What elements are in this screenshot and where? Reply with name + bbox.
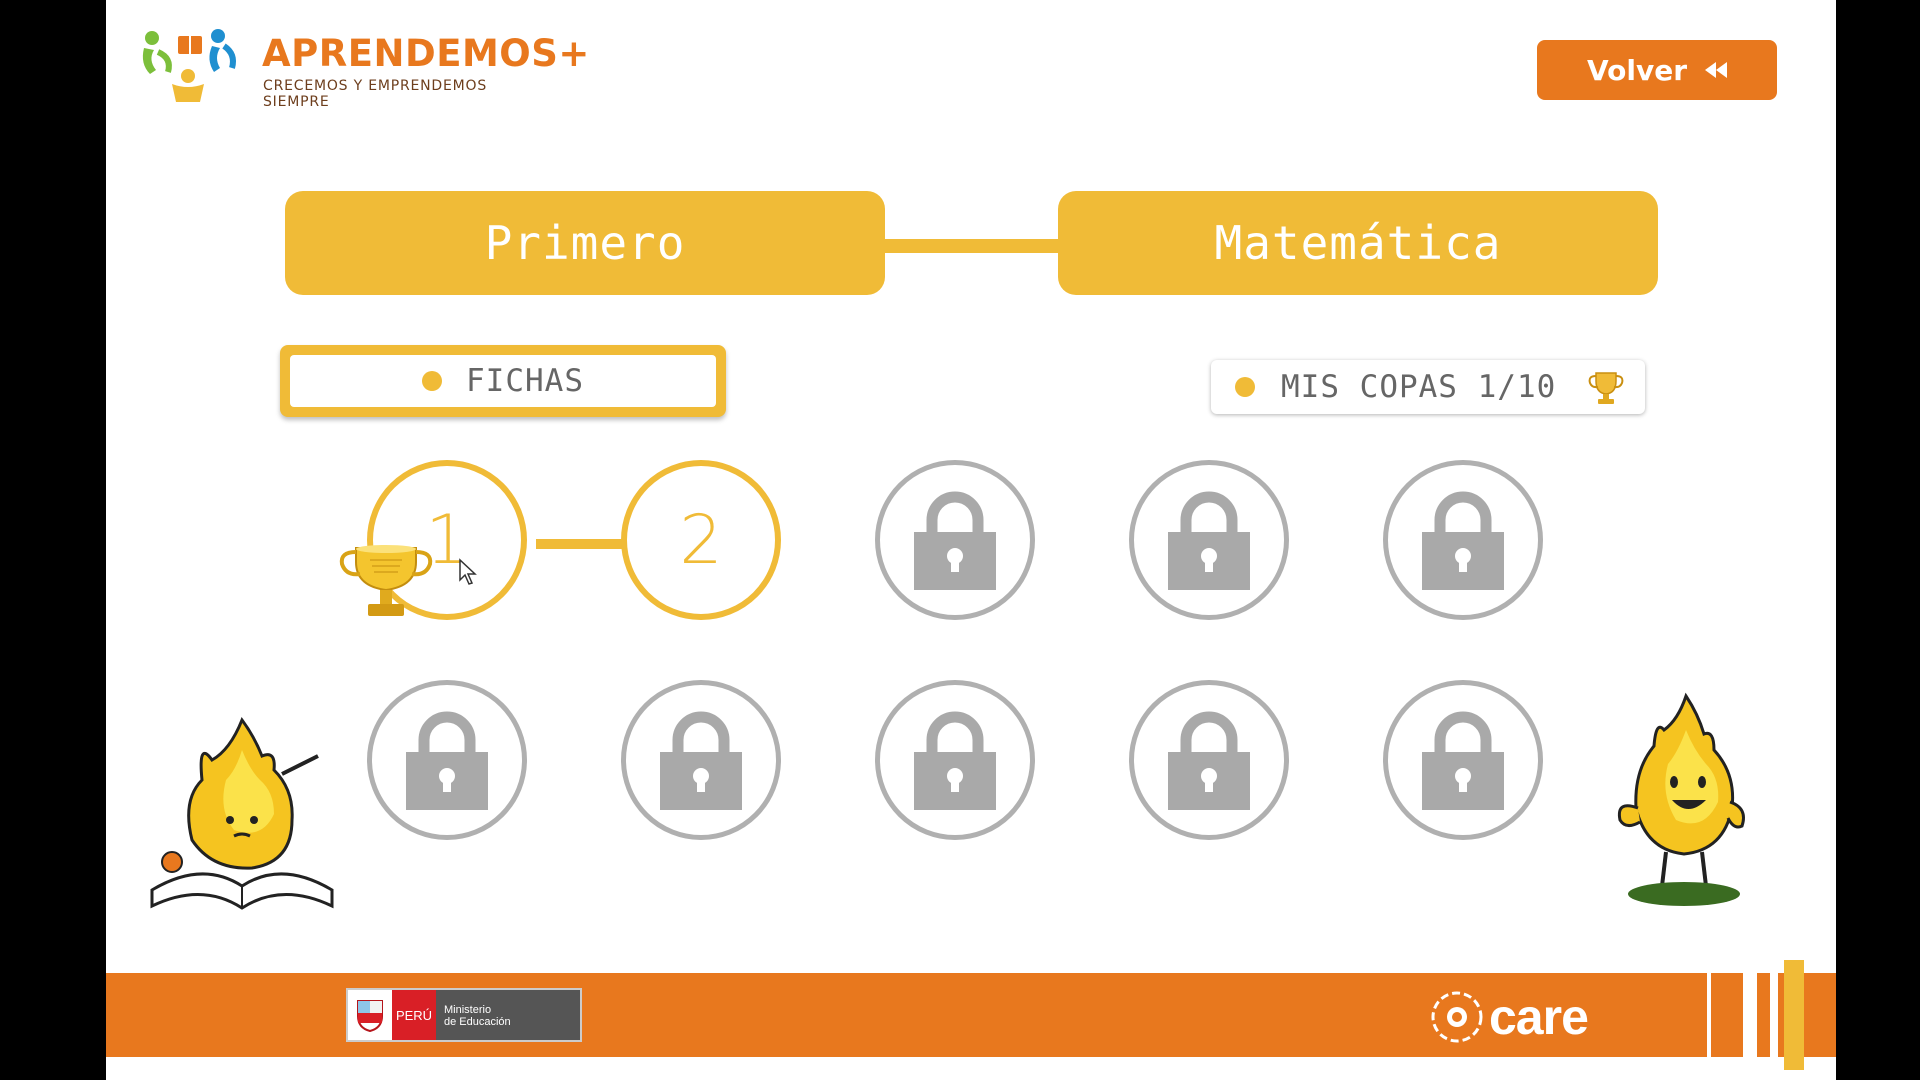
- footer-stripe: [1770, 973, 1778, 1057]
- bullet-dot: [422, 371, 442, 391]
- rewind-icon: [1705, 62, 1728, 78]
- pill-connector: [884, 239, 1060, 253]
- bullet-dot: [1235, 377, 1255, 397]
- footer-stripe: [1743, 973, 1757, 1057]
- peru-label: PERÚ: [392, 990, 436, 1040]
- back-button-label: Volver: [1586, 53, 1688, 87]
- back-button[interactable]: Volver: [1537, 40, 1777, 100]
- lesson-6-locked: [367, 680, 527, 840]
- app-window: APRENDEMOS+ CRECEMOS Y EMPRENDEMOS SIEMP…: [106, 0, 1836, 1080]
- ministerio-educacion-logo: PERÚ Ministerio de Educación: [346, 988, 582, 1042]
- lock-icon: [914, 491, 996, 590]
- brand-name: APRENDEMOS+: [262, 32, 590, 75]
- grade-label: Primero: [484, 216, 686, 270]
- children-logo-icon: [142, 29, 236, 102]
- tab-mis-copas[interactable]: MIS COPAS 1/10: [1211, 360, 1645, 414]
- brand-tagline: CRECEMOS Y EMPRENDEMOS SIEMPRE: [263, 78, 488, 110]
- grade-pill: Primero: [285, 191, 885, 295]
- lock-icon: [406, 711, 488, 810]
- subject-label: Matemática: [1214, 216, 1502, 270]
- footer-accent-stripe: [1784, 960, 1804, 1070]
- lesson-7-locked: [621, 680, 781, 840]
- tab-fichas-label: FICHAS: [466, 363, 584, 399]
- lock-icon: [1168, 491, 1250, 590]
- lock-icon: [1422, 491, 1504, 590]
- peru-shield-icon: [348, 990, 392, 1040]
- mouse-cursor-icon: [459, 558, 477, 585]
- lesson-connector: [536, 539, 634, 549]
- lesson-10-locked: [1383, 680, 1543, 840]
- reading-flame-mascot: [150, 716, 334, 910]
- tab-fichas[interactable]: FICHAS: [280, 345, 726, 417]
- earned-trophy-icon: [339, 545, 433, 616]
- lock-icon: [660, 711, 742, 810]
- trophy-icon: [1588, 372, 1624, 404]
- lesson-5-locked: [1383, 460, 1543, 620]
- lock-icon: [1422, 711, 1504, 810]
- aprendemos-logo: APRENDEMOS+ CRECEMOS Y EMPRENDEMOS SIEMP…: [138, 24, 589, 110]
- lock-icon: [914, 711, 996, 810]
- subject-pill: Matemática: [1058, 191, 1658, 295]
- thumbs-up-flame-mascot: [1617, 692, 1745, 906]
- lesson-8-locked: [875, 680, 1035, 840]
- care-hands-icon: [1431, 991, 1483, 1043]
- care-label: care: [1489, 989, 1589, 1045]
- lesson-4-locked: [1129, 460, 1289, 620]
- lesson-number: 2: [679, 500, 723, 580]
- lock-icon: [1168, 711, 1250, 810]
- footer-stripe: [1707, 973, 1711, 1057]
- lesson-3-locked: [875, 460, 1035, 620]
- lesson-2-button[interactable]: 2: [621, 460, 781, 620]
- tab-mis-copas-label: MIS COPAS 1/10: [1281, 369, 1557, 405]
- care-logo: care: [1431, 989, 1589, 1045]
- footer-bar: PERÚ Ministerio de Educación care: [106, 973, 1836, 1057]
- lesson-9-locked: [1129, 680, 1289, 840]
- ministry-label: Ministerio de Educación: [436, 990, 580, 1040]
